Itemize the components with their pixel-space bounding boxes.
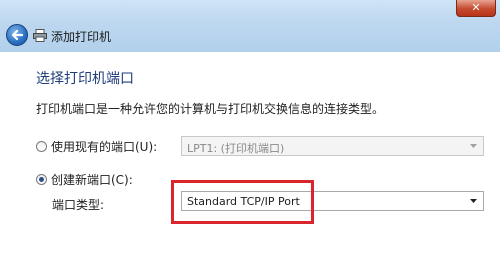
new-port-radio[interactable]: [36, 174, 47, 185]
printer-icon: [33, 29, 47, 42]
window-title: 添加打印机: [51, 30, 112, 44]
title-bar: ✕ 添加打印机: [0, 0, 500, 52]
chevron-down-icon: [470, 144, 477, 148]
back-button[interactable]: [6, 24, 28, 46]
chevron-down-icon: [470, 199, 477, 203]
existing-port-value: LPT1: (打印机端口): [187, 142, 285, 155]
page-title: 选择打印机端口: [36, 71, 134, 87]
existing-port-select[interactable]: LPT1: (打印机端口): [181, 136, 484, 156]
port-type-label: 端口类型:: [52, 198, 105, 212]
wizard-content: 选择打印机端口 打印机端口是一种允许您的计算机与打印机交换信息的连接类型。 使用…: [0, 52, 500, 272]
arrow-left-icon: [11, 29, 24, 41]
close-button[interactable]: ✕: [456, 0, 496, 17]
new-port-label[interactable]: 创建新端口(C):: [51, 171, 133, 188]
existing-port-label[interactable]: 使用现有的端口(U):: [51, 138, 157, 155]
existing-port-radio[interactable]: [36, 141, 47, 152]
highlight-annotation-box: [171, 180, 314, 224]
close-icon: ✕: [471, 1, 481, 14]
page-description: 打印机端口是一种允许您的计算机与打印机交换信息的连接类型。: [36, 102, 385, 116]
